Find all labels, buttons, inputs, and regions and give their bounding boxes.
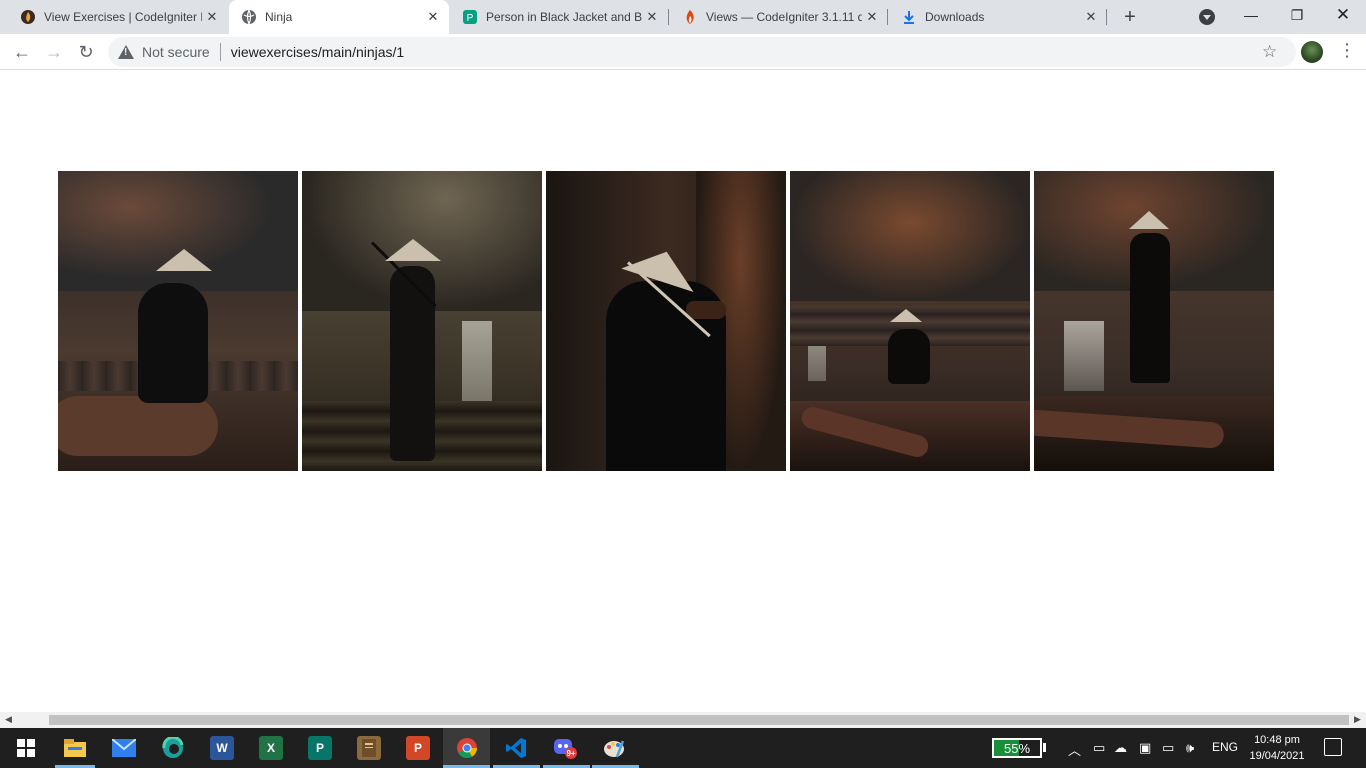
tab-title: Downloads [925, 10, 985, 24]
discord-icon[interactable]: 9+ [553, 736, 577, 760]
powerpoint-letter: P [413, 741, 422, 755]
edge-icon[interactable] [161, 736, 185, 760]
tab-ninja[interactable]: Ninja ✕ [229, 0, 449, 34]
meet-now-icon[interactable]: ▭ [1093, 740, 1105, 756]
windows-start-icon[interactable] [14, 736, 38, 760]
powerpoint-icon[interactable]: P [406, 736, 430, 760]
security-label[interactable]: Not secure [142, 44, 210, 60]
bible-app-icon[interactable] [357, 736, 381, 760]
new-tab-button[interactable]: + [1118, 5, 1142, 29]
globe-icon [241, 9, 257, 25]
profile-avatar[interactable] [1301, 41, 1323, 63]
address-bar[interactable]: Not secure viewexercises/main/ninjas/1 [108, 37, 1296, 67]
close-window-button[interactable]: ✕ [1320, 0, 1366, 34]
word-letter: W [216, 741, 228, 755]
ninja-photo-5 [1034, 171, 1274, 471]
page-content [0, 71, 1366, 712]
battery-tip [1043, 743, 1046, 752]
battery-percent: 55% [1003, 740, 1031, 756]
mail-icon[interactable] [112, 736, 136, 760]
battery-indicator[interactable]: 55% [992, 738, 1042, 758]
tab-separator [668, 9, 669, 25]
language-indicator[interactable]: ENG [1212, 740, 1238, 754]
clock-time: 10:48 pm [1254, 734, 1300, 746]
close-tab-icon[interactable]: ✕ [1081, 9, 1101, 25]
tab-title: Views — CodeIgniter 3.1.11 d [706, 10, 862, 24]
word-icon[interactable]: W [210, 736, 234, 760]
pexels-icon: P [462, 9, 478, 25]
download-icon [901, 9, 917, 25]
publisher-letter: P [315, 741, 324, 755]
close-tab-icon[interactable]: ✕ [202, 9, 222, 25]
tab-title: Person in Black Jacket and Bla [486, 10, 642, 24]
taskbar-clock[interactable]: 10:48 pm 19/04/2021 [1247, 732, 1307, 764]
browser-toolbar: ← → ↻ Not secure viewexercises/main/ninj… [0, 34, 1366, 70]
file-explorer-icon[interactable] [63, 736, 87, 760]
scroll-left-icon[interactable]: ◀ [5, 714, 12, 725]
tab-title: Ninja [265, 10, 293, 24]
network-icon[interactable]: ▣ [1139, 740, 1151, 756]
codeigniter-flame-icon [682, 9, 698, 25]
onedrive-cloud-icon[interactable]: ☁ [1114, 740, 1127, 756]
omnibox-divider [219, 43, 221, 61]
tab-view-exercises[interactable]: View Exercises | CodeIgniter I ✕ [8, 0, 228, 34]
scroll-right-icon[interactable]: ▶ [1354, 714, 1361, 725]
back-arrow-icon[interactable]: ← [8, 38, 36, 66]
tab-pexels[interactable]: P Person in Black Jacket and Bla ✕ [450, 0, 668, 34]
paint-icon[interactable] [602, 736, 626, 760]
volume-icon[interactable]: 🕪 [1186, 740, 1194, 756]
clock-date: 19/04/2021 [1249, 750, 1305, 762]
ninja-photo-3 [546, 171, 786, 471]
tab-separator [887, 9, 888, 25]
bookmark-star-icon[interactable]: ☆ [1262, 42, 1277, 62]
tab-downloads[interactable]: Downloads ✕ [889, 0, 1107, 34]
chevron-up-icon[interactable]: ︿ [1068, 740, 1081, 759]
ninja-photo-1 [58, 171, 298, 471]
scrollbar-thumb[interactable] [49, 715, 1349, 725]
tab-search-icon[interactable] [1199, 9, 1215, 25]
windows-taskbar: W X P P 9+ 55% ︿ ▭ ☁ ▣ ▭ 🕪 ENG 10:48 pm … [0, 728, 1366, 768]
tab-separator [1106, 9, 1107, 25]
close-tab-icon[interactable]: ✕ [423, 9, 443, 25]
forward-arrow-icon[interactable]: → [40, 38, 68, 66]
publisher-icon[interactable]: P [308, 736, 332, 760]
notification-center-icon[interactable] [1324, 738, 1342, 756]
minimize-button[interactable]: — [1228, 0, 1274, 34]
chrome-icon[interactable] [455, 736, 479, 760]
svg-text:P: P [467, 13, 474, 24]
url-text[interactable]: viewexercises/main/ninjas/1 [231, 44, 405, 60]
ninja-photo-2 [302, 171, 542, 471]
tab-title: View Exercises | CodeIgniter I [44, 10, 202, 24]
ninja-photo-4 [790, 171, 1030, 471]
close-tab-icon[interactable]: ✕ [862, 9, 882, 25]
browser-tab-strip: View Exercises | CodeIgniter I ✕ Ninja ✕… [0, 0, 1366, 34]
restore-button[interactable]: ❐ [1274, 0, 1320, 34]
warning-icon[interactable] [118, 44, 134, 60]
vscode-icon[interactable] [504, 736, 528, 760]
codeigniter-flame-icon [20, 9, 36, 25]
reload-icon[interactable]: ↻ [72, 38, 100, 66]
excel-letter: X [266, 741, 275, 755]
svg-text:9+: 9+ [566, 749, 575, 758]
more-menu-icon[interactable]: ⋮ [1338, 40, 1356, 61]
battery-icon[interactable]: ▭ [1162, 740, 1174, 756]
horizontal-scrollbar[interactable]: ◀ ▶ [0, 712, 1366, 728]
tab-views-codeigniter[interactable]: Views — CodeIgniter 3.1.11 d ✕ [670, 0, 888, 34]
close-tab-icon[interactable]: ✕ [642, 9, 662, 25]
excel-icon[interactable]: X [259, 736, 283, 760]
